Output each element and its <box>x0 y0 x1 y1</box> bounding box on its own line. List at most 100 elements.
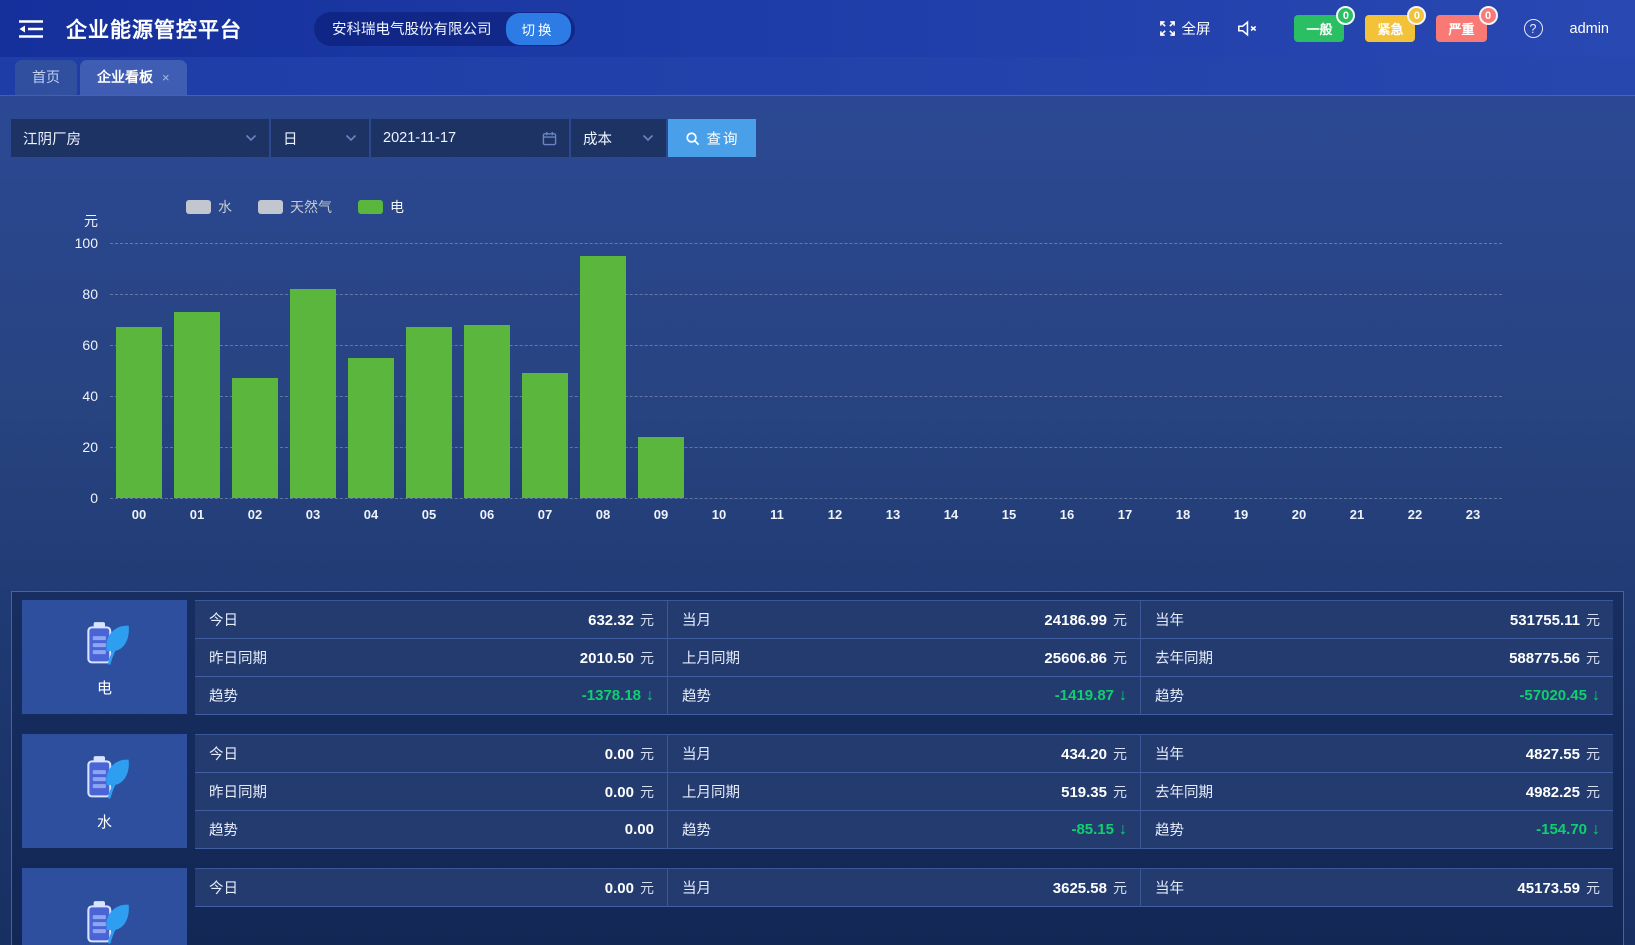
energy-type-tile <box>22 868 187 945</box>
metric-unit: 元 <box>1113 782 1127 802</box>
metric-row: 昨日同期2010.50元 <box>195 639 667 677</box>
fullscreen-button[interactable]: 全屏 <box>1159 18 1210 39</box>
calendar-icon <box>542 131 557 146</box>
tab-企业看板[interactable]: 企业看板 × <box>80 60 187 95</box>
tab-bar: 首页 企业看板 × <box>0 57 1635 96</box>
badge-label: 紧急 <box>1377 22 1403 37</box>
metric-value: 45173.59元 <box>1517 878 1600 898</box>
query-button[interactable]: 查询 <box>668 119 756 157</box>
legend-item-电[interactable]: 电 <box>358 197 404 217</box>
metric-unit: 元 <box>1586 744 1600 764</box>
legend-item-水[interactable]: 水 <box>186 197 232 217</box>
badge-count: 0 <box>1407 6 1426 25</box>
metric-value: -85.15↓ <box>1071 821 1127 839</box>
bar-01 <box>174 312 220 498</box>
metric-label: 昨日同期 <box>209 781 267 802</box>
metric-column: 当月434.20元上月同期519.35元趋势-85.15↓ <box>667 734 1140 849</box>
metric-row: 上月同期25606.86元 <box>668 639 1140 677</box>
metric-label: 趋势 <box>682 819 711 840</box>
metric-value: 0.00 <box>625 821 654 838</box>
help-icon[interactable]: ? <box>1524 19 1543 38</box>
metric-column: 当年4827.55元去年同期4982.25元趋势-154.70↓ <box>1140 734 1613 849</box>
alarm-badge-严重[interactable]: 严重0 <box>1436 15 1486 42</box>
metric-label: 上月同期 <box>682 781 740 802</box>
legend-item-天然气[interactable]: 天然气 <box>258 197 332 217</box>
tab-label: 首页 <box>32 67 60 87</box>
company-selector: 安科瑞电气股份有限公司 切换 <box>314 12 575 46</box>
site-select[interactable]: 江阴厂房 <box>11 119 269 157</box>
chevron-down-icon <box>245 134 257 142</box>
tab-label: 企业看板 <box>97 67 153 87</box>
metric-row: 当月24186.99元 <box>668 601 1140 639</box>
metric-column: 今日0.00元 <box>195 868 667 907</box>
metric-label: 当月 <box>682 743 711 764</box>
metric-label: 今日 <box>209 609 238 630</box>
x-tick-label: 10 <box>690 507 748 522</box>
metric-row: 趋势-1378.18↓ <box>195 677 667 715</box>
energy-type-tile: 水 <box>22 734 187 848</box>
menu-collapse-icon[interactable] <box>18 19 44 39</box>
metric-row: 上月同期 519.35元 <box>668 773 1140 811</box>
trend-down-icon: ↓ <box>1592 687 1600 705</box>
metric-row: 趋势 -85.15↓ <box>668 811 1140 849</box>
metric-row: 当年 4827.55元 <box>1141 735 1613 773</box>
metric-row: 今日0.00元 <box>195 735 667 773</box>
metric-row: 今日632.32元 <box>195 601 667 639</box>
metric-value: 4827.55元 <box>1526 744 1600 764</box>
metric-label: 当年 <box>1155 743 1184 764</box>
metric-label: 上月同期 <box>682 647 740 668</box>
x-tick-label: 20 <box>1270 507 1328 522</box>
username[interactable]: admin <box>1570 21 1610 37</box>
x-tick-label: 06 <box>458 507 516 522</box>
tab-close-icon[interactable]: × <box>162 70 170 85</box>
metric-unit: 元 <box>640 610 654 630</box>
metric-value: 0.00元 <box>605 782 654 802</box>
x-tick-label: 17 <box>1096 507 1154 522</box>
y-tick-label: 100 <box>75 235 98 251</box>
x-tick-label: 03 <box>284 507 342 522</box>
page-title: 企业能源管控平台 <box>66 14 242 44</box>
metric-value: -57020.45↓ <box>1519 687 1600 705</box>
metric-value: -154.70↓ <box>1536 821 1600 839</box>
metric-column: 当年531755.11元去年同期588775.56元趋势-57020.45↓ <box>1140 600 1613 715</box>
legend-swatch <box>358 200 383 214</box>
badge-count: 0 <box>1479 6 1498 25</box>
metric-unit: 元 <box>640 648 654 668</box>
metric-row: 去年同期 588775.56元 <box>1141 639 1613 677</box>
metric-value: 531755.11元 <box>1510 610 1600 630</box>
metric-column: 当月3625.58元 <box>667 868 1140 907</box>
energy-panel: 电 今日632.32元昨日同期2010.50元趋势-1378.18↓当月24186… <box>11 591 1624 945</box>
legend-label: 天然气 <box>290 197 332 217</box>
energy-type-label: 水 <box>97 811 112 832</box>
bar-06 <box>464 325 510 498</box>
period-select[interactable]: 日 <box>271 119 369 157</box>
x-tick-label: 18 <box>1154 507 1212 522</box>
tab-首页[interactable]: 首页 <box>15 60 77 95</box>
metric-row: 趋势-1419.87↓ <box>668 677 1140 715</box>
alarm-badge-一般[interactable]: 一般0 <box>1294 15 1344 42</box>
metric-value: 588775.56元 <box>1509 648 1600 668</box>
energy-type-tile: 电 <box>22 600 187 714</box>
date-picker[interactable]: 2021-11-17 <box>371 119 569 157</box>
alarm-badge-紧急[interactable]: 紧急0 <box>1365 15 1415 42</box>
battery-leaf-icon <box>77 895 133 945</box>
energy-type-label: 电 <box>97 677 112 698</box>
metric-label: 去年同期 <box>1155 647 1213 668</box>
switch-company-button[interactable]: 切换 <box>506 13 571 45</box>
bar-07 <box>522 373 568 498</box>
metric-value: 519.35元 <box>1061 782 1127 802</box>
bar-02 <box>232 378 278 498</box>
x-tick-label: 22 <box>1386 507 1444 522</box>
metric-row: 当月3625.58元 <box>668 869 1140 907</box>
metric-select[interactable]: 成本 <box>571 119 666 157</box>
metric-column: 今日632.32元昨日同期2010.50元趋势-1378.18↓ <box>195 600 667 715</box>
energy-card: 电 今日632.32元昨日同期2010.50元趋势-1378.18↓当月24186… <box>22 600 1613 715</box>
header-actions: 全屏 一般0 紧急0 严重0 ? admin <box>1159 15 1609 42</box>
mute-speaker-icon[interactable] <box>1237 20 1257 37</box>
metric-unit: 元 <box>640 878 654 898</box>
metric-label: 当年 <box>1155 609 1184 630</box>
legend-label: 水 <box>218 197 232 217</box>
filter-bar: 江阴厂房 日 2021-11-17 成本 查询 <box>0 96 1635 167</box>
metric-label: 当月 <box>682 609 711 630</box>
x-tick-label: 07 <box>516 507 574 522</box>
